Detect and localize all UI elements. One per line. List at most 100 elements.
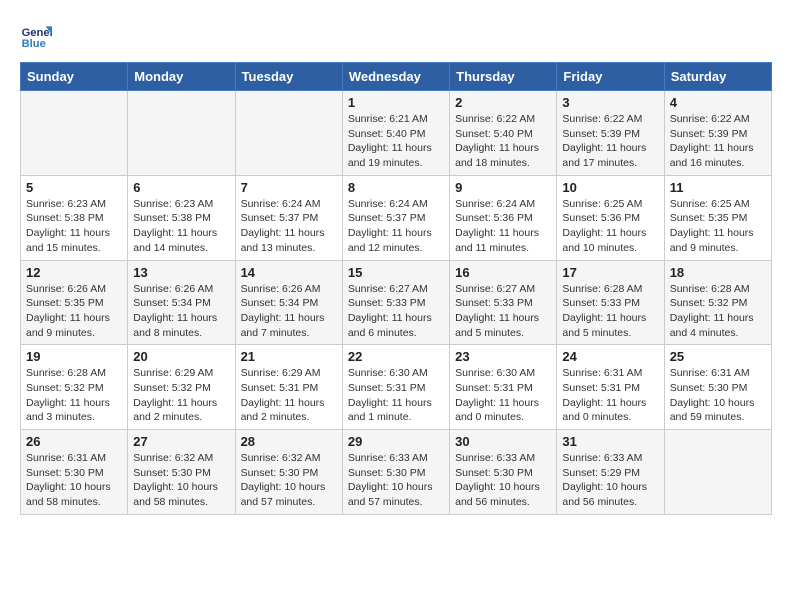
day-number: 23 — [455, 349, 551, 364]
day-info: Sunrise: 6:24 AM Sunset: 5:36 PM Dayligh… — [455, 197, 551, 256]
day-info: Sunrise: 6:27 AM Sunset: 5:33 PM Dayligh… — [348, 282, 444, 341]
day-number: 22 — [348, 349, 444, 364]
day-number: 8 — [348, 180, 444, 195]
day-header: Thursday — [450, 63, 557, 91]
calendar-day: 6 Sunrise: 6:23 AM Sunset: 5:38 PM Daylig… — [128, 175, 235, 260]
day-number: 28 — [241, 434, 337, 449]
page-header: General Blue — [20, 20, 772, 52]
calendar-day: 23 Sunrise: 6:30 AM Sunset: 5:31 PM Dayli… — [450, 345, 557, 430]
day-header: Saturday — [664, 63, 771, 91]
calendar-day: 15 Sunrise: 6:27 AM Sunset: 5:33 PM Dayli… — [342, 260, 449, 345]
day-info: Sunrise: 6:26 AM Sunset: 5:34 PM Dayligh… — [241, 282, 337, 341]
calendar-body: 1 Sunrise: 6:21 AM Sunset: 5:40 PM Daylig… — [21, 91, 772, 515]
day-info: Sunrise: 6:32 AM Sunset: 5:30 PM Dayligh… — [241, 451, 337, 510]
day-number: 31 — [562, 434, 658, 449]
day-info: Sunrise: 6:28 AM Sunset: 5:32 PM Dayligh… — [26, 366, 122, 425]
calendar-day — [21, 91, 128, 176]
day-number: 9 — [455, 180, 551, 195]
calendar-day: 28 Sunrise: 6:32 AM Sunset: 5:30 PM Dayli… — [235, 430, 342, 515]
day-header: Tuesday — [235, 63, 342, 91]
calendar-day: 3 Sunrise: 6:22 AM Sunset: 5:39 PM Daylig… — [557, 91, 664, 176]
calendar-day: 12Sunrise: 6:26 AM Sunset: 5:35 PM Dayli… — [21, 260, 128, 345]
day-number: 15 — [348, 265, 444, 280]
day-number: 20 — [133, 349, 229, 364]
calendar-table: SundayMondayTuesdayWednesdayThursdayFrid… — [20, 62, 772, 515]
day-info: Sunrise: 6:33 AM Sunset: 5:30 PM Dayligh… — [348, 451, 444, 510]
day-number: 16 — [455, 265, 551, 280]
day-number: 1 — [348, 95, 444, 110]
day-number: 14 — [241, 265, 337, 280]
day-number: 2 — [455, 95, 551, 110]
day-number: 24 — [562, 349, 658, 364]
calendar-header-row: SundayMondayTuesdayWednesdayThursdayFrid… — [21, 63, 772, 91]
day-info: Sunrise: 6:24 AM Sunset: 5:37 PM Dayligh… — [241, 197, 337, 256]
day-info: Sunrise: 6:22 AM Sunset: 5:39 PM Dayligh… — [562, 112, 658, 171]
day-number: 25 — [670, 349, 766, 364]
day-header: Sunday — [21, 63, 128, 91]
day-info: Sunrise: 6:33 AM Sunset: 5:29 PM Dayligh… — [562, 451, 658, 510]
calendar-day: 30Sunrise: 6:33 AM Sunset: 5:30 PM Dayli… — [450, 430, 557, 515]
day-info: Sunrise: 6:23 AM Sunset: 5:38 PM Dayligh… — [26, 197, 122, 256]
day-info: Sunrise: 6:29 AM Sunset: 5:31 PM Dayligh… — [241, 366, 337, 425]
day-info: Sunrise: 6:26 AM Sunset: 5:34 PM Dayligh… — [133, 282, 229, 341]
day-info: Sunrise: 6:25 AM Sunset: 5:35 PM Dayligh… — [670, 197, 766, 256]
calendar-day: 19 Sunrise: 6:28 AM Sunset: 5:32 PM Dayli… — [21, 345, 128, 430]
day-number: 4 — [670, 95, 766, 110]
calendar-day: 8 Sunrise: 6:24 AM Sunset: 5:37 PM Daylig… — [342, 175, 449, 260]
calendar-day: 29 Sunrise: 6:33 AM Sunset: 5:30 PM Dayli… — [342, 430, 449, 515]
day-info: Sunrise: 6:31 AM Sunset: 5:30 PM Dayligh… — [26, 451, 122, 510]
day-number: 29 — [348, 434, 444, 449]
day-info: Sunrise: 6:25 AM Sunset: 5:36 PM Dayligh… — [562, 197, 658, 256]
calendar-day: 27 Sunrise: 6:32 AM Sunset: 5:30 PM Dayli… — [128, 430, 235, 515]
calendar-day: 22 Sunrise: 6:30 AM Sunset: 5:31 PM Dayli… — [342, 345, 449, 430]
day-info: Sunrise: 6:31 AM Sunset: 5:30 PM Dayligh… — [670, 366, 766, 425]
calendar-day — [128, 91, 235, 176]
calendar-day: 10 Sunrise: 6:25 AM Sunset: 5:36 PM Dayli… — [557, 175, 664, 260]
day-number: 10 — [562, 180, 658, 195]
day-info: Sunrise: 6:28 AM Sunset: 5:32 PM Dayligh… — [670, 282, 766, 341]
calendar-day: 24 Sunrise: 6:31 AM Sunset: 5:31 PM Dayli… — [557, 345, 664, 430]
calendar-week-row: 5 Sunrise: 6:23 AM Sunset: 5:38 PM Daylig… — [21, 175, 772, 260]
day-info: Sunrise: 6:22 AM Sunset: 5:39 PM Dayligh… — [670, 112, 766, 171]
svg-text:General: General — [22, 27, 52, 39]
day-number: 30 — [455, 434, 551, 449]
calendar-day: 31 Sunrise: 6:33 AM Sunset: 5:29 PM Dayli… — [557, 430, 664, 515]
calendar-week-row: 19 Sunrise: 6:28 AM Sunset: 5:32 PM Dayli… — [21, 345, 772, 430]
calendar-week-row: 12Sunrise: 6:26 AM Sunset: 5:35 PM Dayli… — [21, 260, 772, 345]
day-info: Sunrise: 6:21 AM Sunset: 5:40 PM Dayligh… — [348, 112, 444, 171]
day-number: 18 — [670, 265, 766, 280]
day-info: Sunrise: 6:24 AM Sunset: 5:37 PM Dayligh… — [348, 197, 444, 256]
calendar-day: 14 Sunrise: 6:26 AM Sunset: 5:34 PM Dayli… — [235, 260, 342, 345]
day-info: Sunrise: 6:27 AM Sunset: 5:33 PM Dayligh… — [455, 282, 551, 341]
day-number: 5 — [26, 180, 122, 195]
day-number: 3 — [562, 95, 658, 110]
calendar-day — [235, 91, 342, 176]
svg-text:Blue: Blue — [22, 38, 46, 50]
calendar-day: 1 Sunrise: 6:21 AM Sunset: 5:40 PM Daylig… — [342, 91, 449, 176]
day-number: 6 — [133, 180, 229, 195]
calendar-day: 5 Sunrise: 6:23 AM Sunset: 5:38 PM Daylig… — [21, 175, 128, 260]
calendar-day: 7Sunrise: 6:24 AM Sunset: 5:37 PM Daylig… — [235, 175, 342, 260]
day-number: 27 — [133, 434, 229, 449]
day-header: Wednesday — [342, 63, 449, 91]
calendar-day: 20 Sunrise: 6:29 AM Sunset: 5:32 PM Dayli… — [128, 345, 235, 430]
day-number: 21 — [241, 349, 337, 364]
calendar-day: 11Sunrise: 6:25 AM Sunset: 5:35 PM Dayli… — [664, 175, 771, 260]
day-info: Sunrise: 6:23 AM Sunset: 5:38 PM Dayligh… — [133, 197, 229, 256]
calendar-week-row: 1 Sunrise: 6:21 AM Sunset: 5:40 PM Daylig… — [21, 91, 772, 176]
day-info: Sunrise: 6:29 AM Sunset: 5:32 PM Dayligh… — [133, 366, 229, 425]
calendar-day: 26Sunrise: 6:31 AM Sunset: 5:30 PM Dayli… — [21, 430, 128, 515]
calendar-day: 25 Sunrise: 6:31 AM Sunset: 5:30 PM Dayli… — [664, 345, 771, 430]
day-info: Sunrise: 6:32 AM Sunset: 5:30 PM Dayligh… — [133, 451, 229, 510]
day-info: Sunrise: 6:30 AM Sunset: 5:31 PM Dayligh… — [455, 366, 551, 425]
calendar-day: 13Sunrise: 6:26 AM Sunset: 5:34 PM Dayli… — [128, 260, 235, 345]
day-number: 12 — [26, 265, 122, 280]
calendar-week-row: 26Sunrise: 6:31 AM Sunset: 5:30 PM Dayli… — [21, 430, 772, 515]
day-info: Sunrise: 6:31 AM Sunset: 5:31 PM Dayligh… — [562, 366, 658, 425]
calendar-day: 16 Sunrise: 6:27 AM Sunset: 5:33 PM Dayli… — [450, 260, 557, 345]
day-number: 19 — [26, 349, 122, 364]
day-header: Monday — [128, 63, 235, 91]
day-info: Sunrise: 6:30 AM Sunset: 5:31 PM Dayligh… — [348, 366, 444, 425]
day-info: Sunrise: 6:28 AM Sunset: 5:33 PM Dayligh… — [562, 282, 658, 341]
logo: General Blue — [20, 20, 52, 52]
